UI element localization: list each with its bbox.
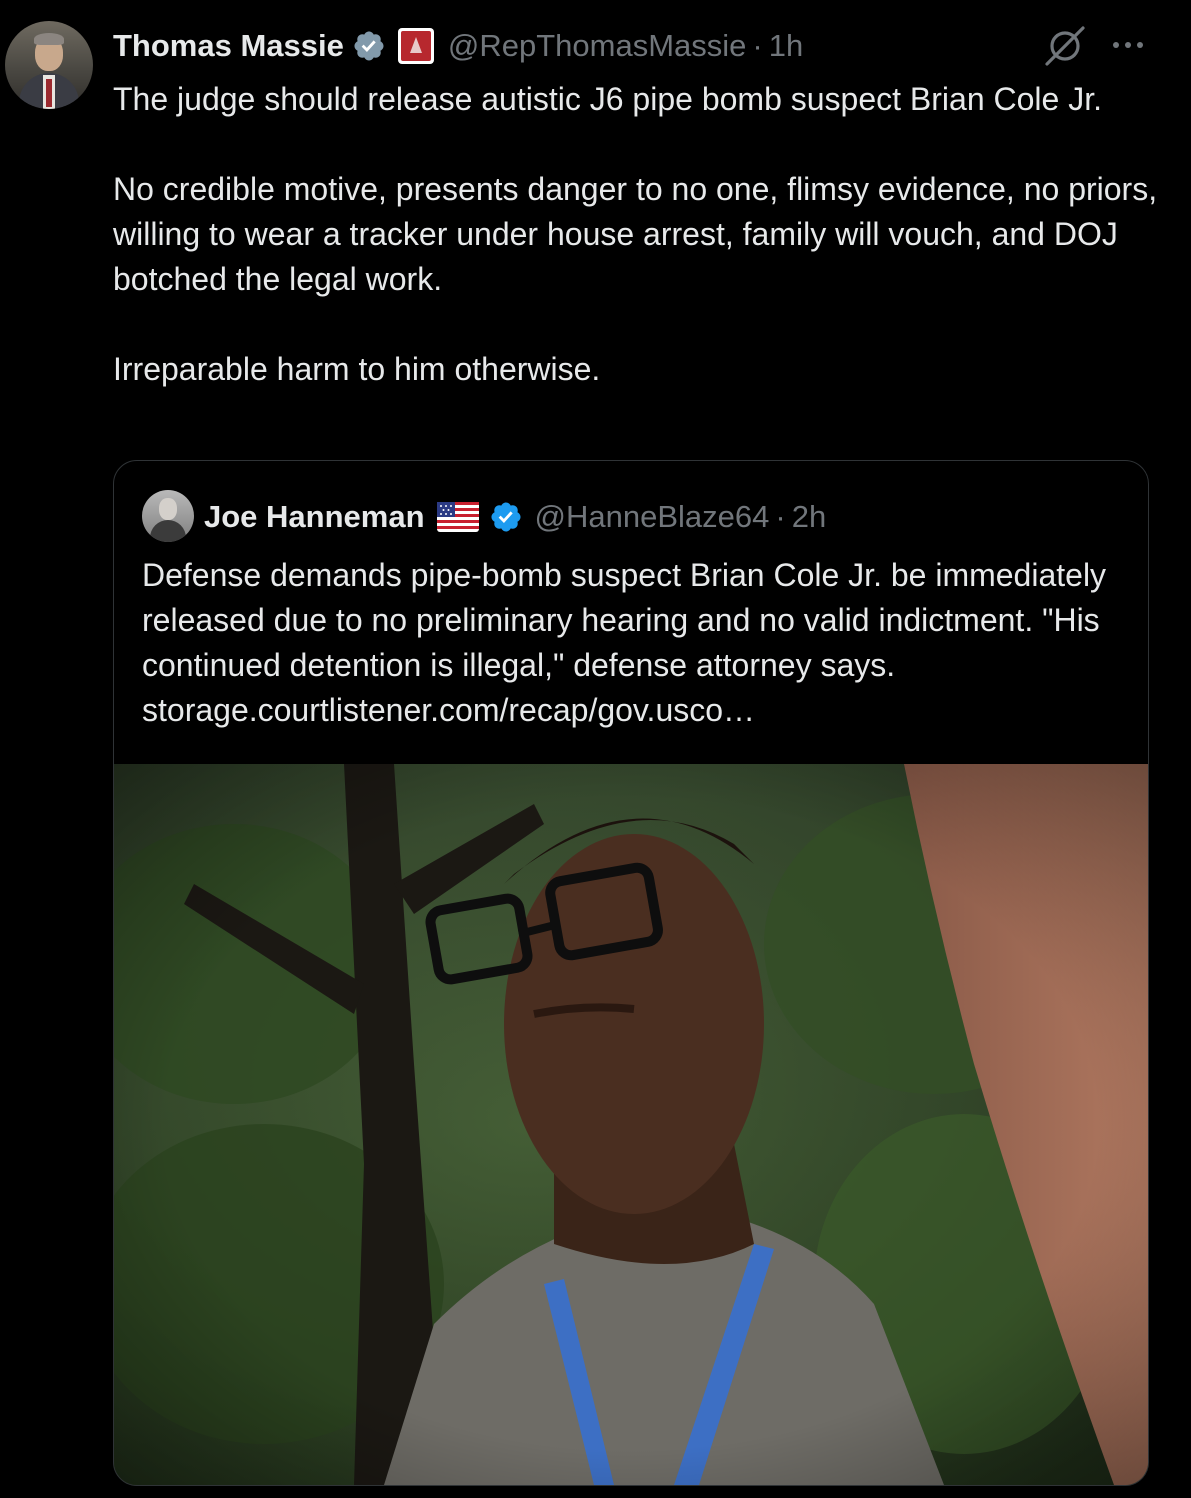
us-house-affiliation-icon[interactable] bbox=[397, 28, 434, 64]
quoted-tweet-media-photo[interactable] bbox=[114, 764, 1148, 1485]
tweet-timestamp[interactable]: 1h bbox=[769, 28, 803, 64]
quoted-separator-dot: · bbox=[775, 499, 786, 534]
us-flag-icon bbox=[436, 502, 479, 532]
tweet[interactable]: Thomas Massie @RepThomasMassie · 1h The … bbox=[0, 0, 1191, 1498]
tweet-body: The judge should release autistic J6 pip… bbox=[113, 77, 1163, 392]
grok-icon[interactable] bbox=[1041, 22, 1089, 70]
more-options-icon[interactable] bbox=[1108, 30, 1148, 60]
quoted-tweet-card[interactable]: Joe Hanneman @HanneBlaze64 · 2h Defense … bbox=[113, 460, 1149, 1486]
tweet-header: Thomas Massie @RepThomasMassie · 1h bbox=[113, 24, 803, 68]
author-display-name[interactable]: Thomas Massie bbox=[113, 28, 344, 64]
quoted-tweet-timestamp[interactable]: 2h bbox=[792, 499, 826, 535]
author-handle[interactable]: @RepThomasMassie bbox=[448, 28, 747, 64]
verified-badge-icon[interactable] bbox=[352, 29, 386, 63]
quoted-author-display-name[interactable]: Joe Hanneman bbox=[204, 499, 425, 535]
quoted-tweet-text: Defense demands pipe-bomb suspect Brian … bbox=[142, 557, 1107, 728]
quoted-tweet-header: Joe Hanneman @HanneBlaze64 · 2h bbox=[204, 495, 826, 539]
quoted-author-avatar[interactable] bbox=[142, 490, 194, 542]
tweet-paragraph-1: The judge should release autistic J6 pip… bbox=[113, 81, 1102, 117]
tweet-paragraph-2: No credible motive, presents danger to n… bbox=[113, 171, 1158, 297]
author-avatar[interactable] bbox=[5, 21, 93, 109]
separator-dot: · bbox=[752, 28, 763, 63]
quoted-verified-badge-icon[interactable] bbox=[489, 500, 523, 534]
tweet-paragraph-3: Irreparable harm to him otherwise. bbox=[113, 351, 601, 387]
quoted-author-handle[interactable]: @HanneBlaze64 bbox=[535, 499, 770, 535]
